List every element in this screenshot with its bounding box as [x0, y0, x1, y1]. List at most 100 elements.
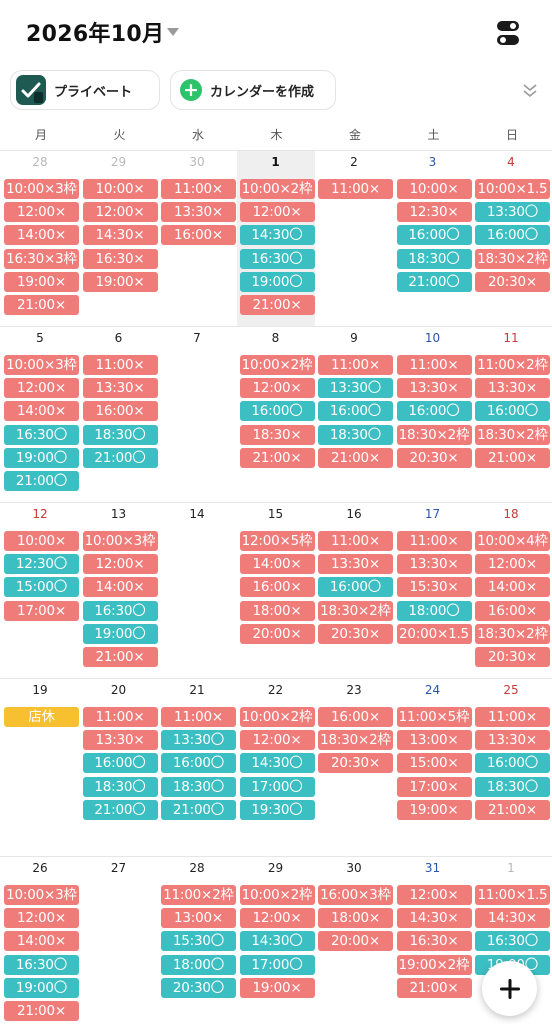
event-chip[interactable]: 12:00× [82, 202, 158, 223]
day-cell[interactable]: 29 10:00×2枠 12:00× 14:30〇 17:00〇 19:00× [237, 857, 315, 1024]
day-cell[interactable]: 14 [158, 503, 236, 678]
day-cell[interactable]: 16 11:00× 13:30× 16:00〇 18:30×2枠 20:30× [315, 503, 393, 678]
day-cell[interactable]: 27 [80, 857, 158, 1024]
month-dropdown-caret-icon[interactable] [167, 28, 179, 36]
event-chip[interactable]: 14:00× [475, 577, 550, 598]
event-chip[interactable]: 18:30×2枠 [475, 623, 550, 644]
event-chip[interactable]: 21:00× [475, 799, 550, 820]
event-chip[interactable]: 13:30× [475, 730, 550, 751]
day-cell[interactable]: 9 11:00× 13:30〇 16:00〇 18:30〇 21:00× [315, 327, 393, 502]
event-chip[interactable]: 16:00〇 [318, 577, 393, 598]
add-event-button[interactable] [482, 961, 537, 1016]
event-chip[interactable]: 11:00×2枠 [475, 355, 550, 375]
event-chip[interactable]: 19:00× [396, 799, 472, 820]
event-chip[interactable]: 20:30〇 [161, 977, 236, 998]
day-cell[interactable]: 10 11:00× 13:30× 16:00〇 18:30×2枠 20:30× [394, 327, 472, 502]
event-chip[interactable]: 17:00× [396, 776, 472, 797]
event-chip[interactable]: 13:30× [82, 378, 158, 399]
event-chip[interactable]: 20:30× [475, 271, 550, 292]
event-chip[interactable]: 21:00× [239, 294, 315, 315]
day-cell[interactable]: 19 店休 [1, 679, 79, 856]
event-chip[interactable]: 15:00× [396, 753, 472, 774]
private-calendar-chip[interactable]: プライベート [10, 70, 160, 110]
event-chip[interactable]: 19:30〇 [239, 799, 315, 820]
event-chip[interactable]: 11:00× [318, 355, 393, 375]
event-chip[interactable]: 14:30〇 [239, 753, 315, 774]
event-chip[interactable]: 16:00× [318, 707, 393, 727]
event-chip[interactable]: 10:00×3枠 [4, 179, 79, 199]
event-chip[interactable]: 16:30〇 [4, 424, 79, 445]
event-chip[interactable]: 14:30× [475, 908, 550, 929]
event-chip[interactable]: 12:00× [239, 908, 315, 929]
event-chip[interactable]: 18:00× [318, 908, 393, 929]
event-chip[interactable]: 18:30×2枠 [475, 248, 550, 269]
event-chip[interactable]: 16:00〇 [396, 401, 472, 422]
event-chip[interactable]: 10:00×1.5 [475, 179, 550, 199]
event-chip[interactable]: 11:00× [82, 707, 158, 727]
day-cell[interactable]: 23 16:00× 18:30×2枠 20:30× [315, 679, 393, 856]
event-chip[interactable]: 16:30〇 [82, 600, 158, 621]
event-chip[interactable]: 12:30× [396, 202, 472, 223]
event-chip[interactable]: 18:30〇 [396, 248, 472, 269]
event-chip[interactable]: 21:00〇 [4, 470, 79, 491]
event-chip[interactable]: 13:30〇 [161, 730, 236, 751]
event-chip[interactable]: 21:00× [4, 1000, 79, 1021]
event-chip[interactable]: 21:00〇 [396, 271, 472, 292]
event-chip[interactable]: 18:30× [239, 424, 315, 445]
day-cell[interactable]: 25 11:00× 13:30× 16:00〇 18:30〇 21:00× [472, 679, 550, 856]
event-chip[interactable]: 18:00× [239, 600, 315, 621]
event-chip[interactable]: 10:00×3枠 [4, 355, 79, 375]
event-chip[interactable]: 16:30〇 [239, 248, 315, 269]
event-chip[interactable]: 11:00×5枠 [396, 707, 472, 727]
day-cell[interactable]: 21 11:00× 13:30〇 16:00〇 18:30〇 21:00〇 [158, 679, 236, 856]
event-chip[interactable]: 18:30×2枠 [396, 424, 472, 445]
event-chip[interactable]: 17:00〇 [239, 954, 315, 975]
event-chip[interactable]: 21:00× [396, 977, 472, 998]
event-chip[interactable]: 16:00× [82, 401, 158, 422]
event-chip[interactable]: 16:00× [475, 600, 550, 621]
event-chip[interactable]: 11:00× [161, 179, 236, 199]
event-chip[interactable]: 10:00×3枠 [4, 885, 79, 905]
event-chip[interactable]: 16:00〇 [475, 401, 550, 422]
event-chip[interactable]: 14:30〇 [239, 225, 315, 246]
event-chip[interactable]: 16:00× [239, 577, 315, 598]
event-chip[interactable]: 15:30〇 [161, 931, 236, 952]
event-chip[interactable]: 19:00〇 [239, 271, 315, 292]
day-cell[interactable]: 4 10:00×1.5 13:30〇 16:00〇 18:30×2枠 20:30× [472, 151, 550, 326]
event-chip[interactable]: 16:30〇 [475, 931, 550, 952]
event-chip[interactable]: 18:00〇 [396, 600, 472, 621]
event-chip[interactable]: 11:00× [396, 355, 472, 375]
event-chip[interactable]: 13:30× [396, 554, 472, 575]
event-chip[interactable]: 10:00×4枠 [475, 531, 550, 551]
event-chip[interactable]: 15:30× [396, 577, 472, 598]
event-chip[interactable]: 11:00× [161, 707, 236, 727]
event-chip[interactable]: 20:30× [475, 646, 550, 667]
event-chip[interactable]: 12:00× [239, 730, 315, 751]
event-chip[interactable]: 11:00× [82, 355, 158, 375]
event-chip[interactable]: 12:00× [475, 554, 550, 575]
event-chip[interactable]: 20:00×1.5 [396, 623, 472, 644]
toggle-settings-icon[interactable] [496, 20, 520, 46]
day-cell[interactable]: 12 10:00× 12:30〇 15:00〇 17:00× [1, 503, 79, 678]
event-chip[interactable]: 21:00〇 [161, 799, 236, 820]
event-chip[interactable]: 10:00× [4, 531, 79, 551]
event-chip[interactable]: 13:30× [161, 202, 236, 223]
day-cell[interactable]: 15 12:00×5枠 14:00× 16:00× 18:00× 20:00× [237, 503, 315, 678]
create-calendar-button[interactable]: + カレンダーを作成 [170, 70, 336, 110]
day-cell[interactable]: 17 11:00× 13:30× 15:30× 18:00〇 20:00×1.5 [394, 503, 472, 678]
event-chip[interactable]: 21:00× [318, 447, 393, 468]
event-chip[interactable]: 20:00× [239, 623, 315, 644]
event-chip[interactable]: 20:30× [396, 447, 472, 468]
event-chip[interactable]: 20:30× [318, 623, 393, 644]
day-cell[interactable]: 18 10:00×4枠 12:00× 14:00× 16:00× 18:30×2枠 20:3… [472, 503, 550, 678]
event-chip[interactable]: 16:00×3枠 [318, 885, 393, 905]
event-chip[interactable]: 11:00×2枠 [161, 885, 236, 905]
day-cell[interactable]: 24 11:00×5枠 13:00× 15:00× 17:00× 19:00× [394, 679, 472, 856]
event-chip[interactable]: 16:30×3枠 [4, 248, 79, 269]
event-chip[interactable]: 16:30× [396, 931, 472, 952]
event-chip[interactable]: 16:00〇 [318, 401, 393, 422]
event-chip[interactable]: 16:00〇 [161, 753, 236, 774]
event-chip[interactable]: 16:00× [161, 225, 236, 246]
event-chip[interactable]: 18:00〇 [161, 954, 236, 975]
event-chip[interactable]: 20:30× [318, 753, 393, 774]
